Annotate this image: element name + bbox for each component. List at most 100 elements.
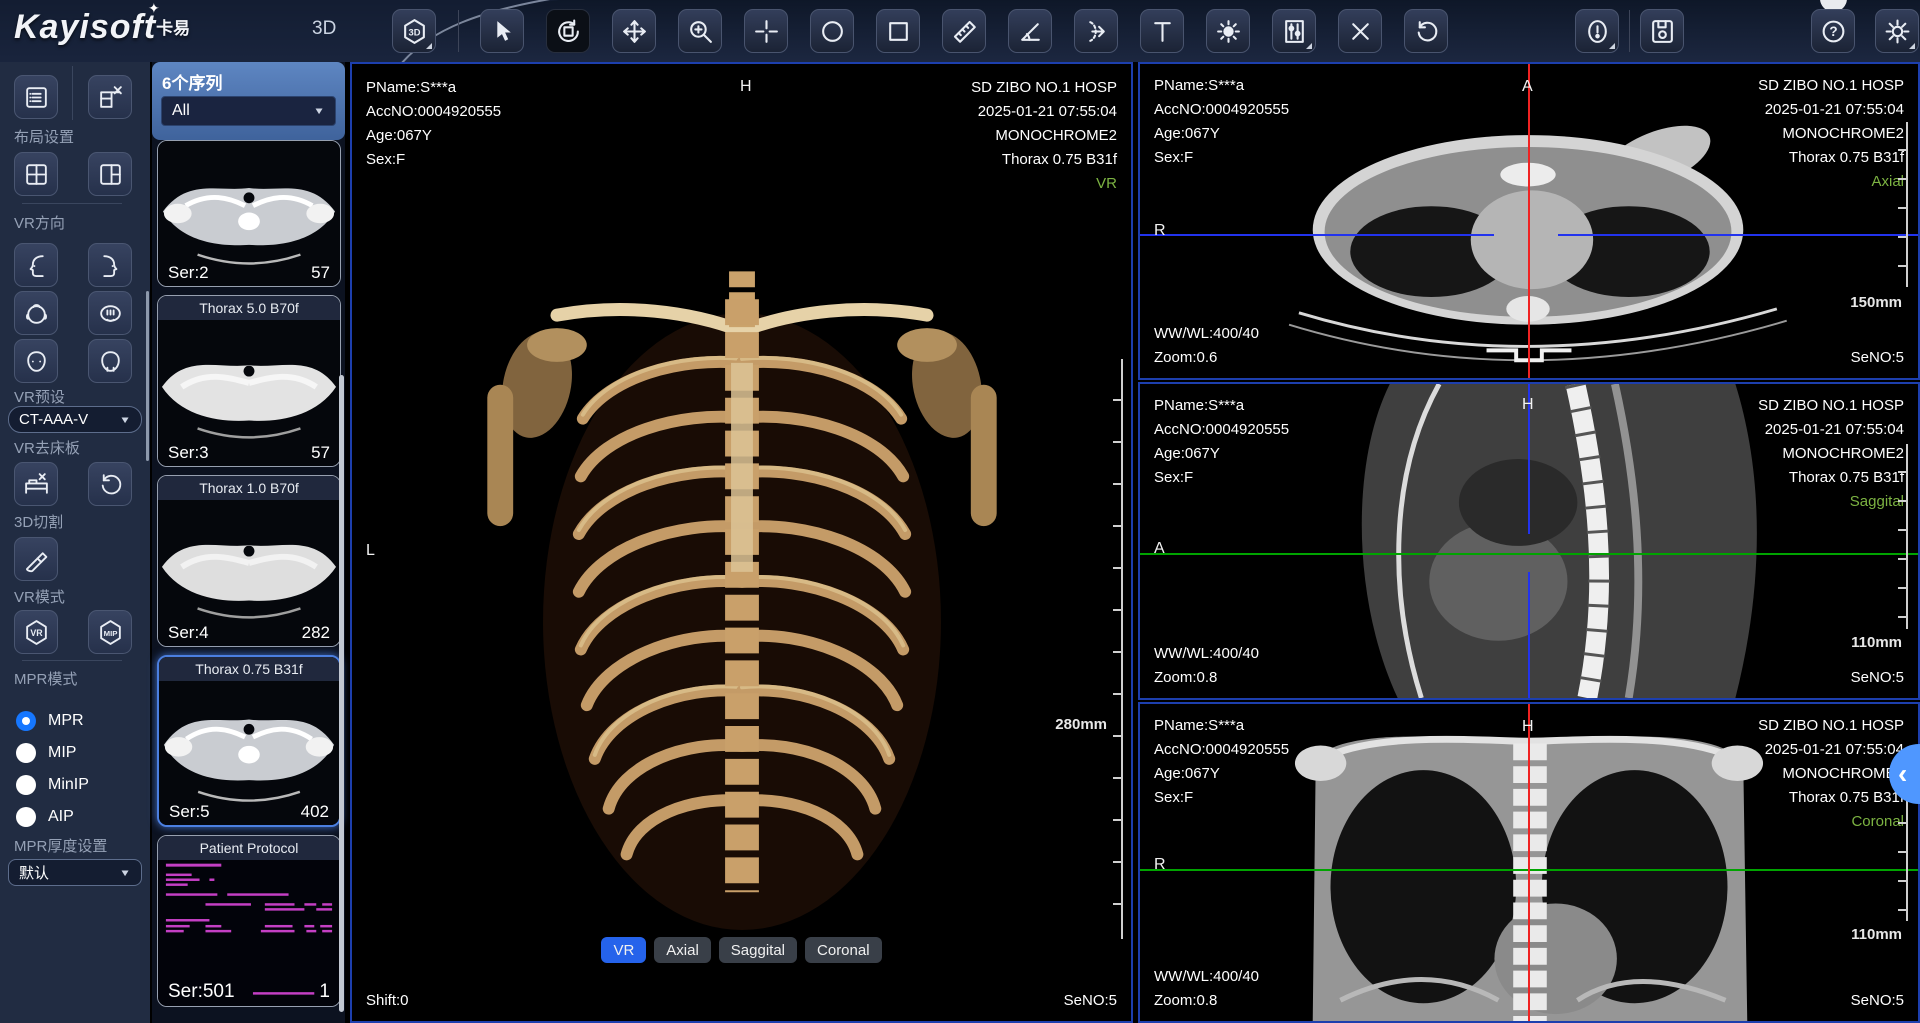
head-back-button[interactable] [88, 339, 132, 383]
series-card-2[interactable]: Ser:2 57 [157, 140, 341, 287]
cut3d-label: 3D切割 [14, 511, 63, 532]
head-right-button[interactable] [88, 243, 132, 287]
mpr-radio-mpr[interactable]: MPR [16, 710, 84, 732]
crosshair-vertical[interactable] [1528, 572, 1530, 698]
radio-icon [16, 743, 36, 763]
photometric: MONOCHROME2 [971, 124, 1117, 148]
vr-viewport[interactable]: PName:S***a AccNO:0004920555 Age:067Y Se… [350, 62, 1133, 1023]
saggital-viewport[interactable]: PName:S***a AccNO:0004920555 Age:067Y Se… [1138, 382, 1920, 700]
bed-reset-button[interactable] [88, 462, 132, 506]
view-type-label: Axial [1758, 170, 1904, 194]
toolbar-divider [1629, 10, 1630, 52]
series-card-4[interactable]: Thorax 1.0 B70f Ser:4 282 [157, 475, 341, 647]
series-card-3[interactable]: Thorax 5.0 B70f Ser:3 57 [157, 295, 341, 467]
reset-button[interactable] [1404, 9, 1448, 53]
series-filter-select[interactable]: All ▼ [161, 96, 336, 126]
cursor-select-button[interactable] [480, 9, 524, 53]
head-left-button[interactable] [14, 243, 58, 287]
layout-close-button[interactable] [88, 75, 132, 119]
patient-name: PName:S***a [1154, 714, 1289, 738]
zoom-magnifier-button[interactable] [678, 9, 722, 53]
series-number: Ser:501 [168, 981, 235, 1003]
mip-hex-button[interactable]: MIP [88, 610, 132, 654]
sidebar-scrollbar[interactable] [146, 291, 149, 461]
orientation-marker-top: H [740, 78, 752, 96]
vr-preset-select[interactable]: CT-AAA-V ▼ [8, 406, 142, 433]
chevron-down-icon: ▼ [119, 414, 131, 425]
scale-ruler [1898, 444, 1908, 629]
head-bottom-button[interactable] [88, 291, 132, 335]
mpr-radio-minip[interactable]: MinIP [16, 774, 89, 796]
angle-measure-button[interactable] [1008, 9, 1052, 53]
mpr-radio-mip[interactable]: MIP [16, 742, 76, 764]
mode-button-axial[interactable]: Axial [654, 937, 711, 963]
scalpel-button[interactable] [14, 537, 58, 581]
cobb-angle-button[interactable] [1074, 9, 1118, 53]
mpr-mode-label: MPR模式 [14, 668, 77, 689]
vr-hex-button[interactable]: VR [14, 610, 58, 654]
logo-cn: 卡易 [156, 19, 190, 38]
mpr-thickness-select[interactable]: 默认 ▼ [8, 859, 142, 886]
ruler-measure-button[interactable] [942, 9, 986, 53]
photometric: MONOCHROME2 [1758, 442, 1904, 466]
wwwl-label: WW/WL:400/40 [1154, 965, 1259, 989]
scale-ruler [1898, 122, 1908, 287]
crosshair-horizontal[interactable] [1558, 234, 1918, 236]
head-front-button[interactable] [14, 339, 58, 383]
series-number: Ser:5 [169, 802, 210, 822]
patient-sex: Sex:F [366, 148, 501, 172]
alert-info-button[interactable] [1575, 9, 1619, 53]
help-button[interactable]: ? [1811, 9, 1855, 53]
series-card-5[interactable]: Thorax 0.75 B31f Ser:5 402 [157, 655, 341, 827]
patient-info-overlay: PName:S***a AccNO:0004920555 Age:067Y Se… [1154, 394, 1289, 490]
mode-button-coronal[interactable]: Coronal [805, 937, 882, 963]
head-top-button[interactable] [14, 291, 58, 335]
view-mode-buttons: VR Axial Saggital Coronal [352, 937, 1131, 963]
crosshair-locate-button[interactable] [744, 9, 788, 53]
crosshair-horizontal[interactable] [1140, 234, 1494, 236]
svg-text:MIP: MIP [103, 629, 117, 638]
patient-accno: AccNO:0004920555 [1154, 418, 1289, 442]
crosshair-vertical[interactable] [1528, 704, 1530, 1021]
mode-3d-label: 3D [312, 18, 336, 40]
window-level-button[interactable] [1272, 9, 1316, 53]
text-annotation-button[interactable] [1140, 9, 1184, 53]
mpr-radio-aip[interactable]: AIP [16, 806, 74, 828]
rect-roi-button[interactable] [876, 9, 920, 53]
remove-bed-button[interactable] [14, 462, 58, 506]
rotate-3d-button[interactable] [546, 9, 590, 53]
split-layout-button[interactable] [88, 152, 132, 196]
orientation-marker-left: L [366, 542, 375, 560]
patient-age: Age:067Y [1154, 122, 1289, 146]
scale-label: 280mm [1055, 716, 1107, 733]
crosshair-horizontal[interactable] [1140, 553, 1918, 555]
sidebar-divider [22, 203, 122, 204]
study-info-overlay: SD ZIBO NO.1 HOSP 2025-01-21 07:55:04 MO… [1758, 74, 1904, 194]
series-header: 6个序列 All ▼ [152, 62, 345, 140]
orientation-marker-left: R [1154, 856, 1166, 874]
zoom-label: Zoom:0.8 [1154, 989, 1217, 1013]
crosshair-vertical[interactable] [1528, 64, 1530, 378]
series-card-501[interactable]: Patient Protocol Ser:501 1 [157, 835, 341, 1007]
brightness-window-button[interactable] [1206, 9, 1250, 53]
ellipse-roi-button[interactable] [810, 9, 854, 53]
orientation-marker-left: A [1154, 540, 1165, 558]
series-count-label: 6个序列 [162, 69, 222, 94]
grid-layout-button[interactable] [14, 152, 58, 196]
close-delete-button[interactable] [1338, 9, 1382, 53]
study-info-overlay: SD ZIBO NO.1 HOSP 2025-01-21 07:55:04 MO… [1758, 714, 1904, 834]
mode-button-vr[interactable]: VR [601, 937, 646, 963]
seno-label: SeNO:5 [1851, 989, 1904, 1013]
scale-label: 150mm [1850, 294, 1902, 311]
series-scrollbar[interactable] [339, 375, 344, 1012]
patient-age: Age:067Y [1154, 762, 1289, 786]
save-button[interactable] [1640, 9, 1684, 53]
mode-button-saggital[interactable]: Saggital [719, 937, 797, 963]
coronal-viewport[interactable]: PName:S***a AccNO:0004920555 Age:067Y Se… [1138, 702, 1920, 1023]
3d-view-button[interactable]: 3D [392, 9, 436, 53]
settings-button[interactable] [1875, 9, 1919, 53]
layout-list-button[interactable] [14, 75, 58, 119]
pan-move-button[interactable] [612, 9, 656, 53]
patient-info-overlay: PName:S***a AccNO:0004920555 Age:067Y Se… [1154, 714, 1289, 810]
axial-viewport[interactable]: PName:S***a AccNO:0004920555 Age:067Y Se… [1138, 62, 1920, 380]
